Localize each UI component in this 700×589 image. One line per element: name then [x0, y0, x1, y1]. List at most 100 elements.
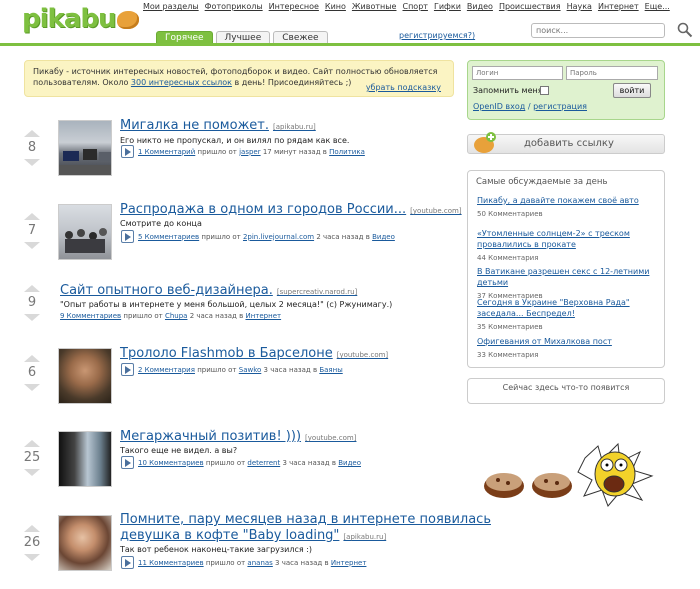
vote-widget: 25: [22, 440, 42, 476]
discussed-link[interactable]: Сегодня в Украине "Верховна Рада" заседа…: [477, 297, 657, 319]
vote-down-icon[interactable]: [24, 159, 40, 166]
vote-down-icon[interactable]: [24, 242, 40, 249]
vote-down-icon[interactable]: [24, 384, 40, 391]
nav-video[interactable]: Видео: [467, 2, 493, 11]
vote-up-icon[interactable]: [24, 130, 40, 137]
comments-link[interactable]: 2 Комментария: [138, 366, 195, 374]
nav-photo[interactable]: Фотоприколы: [205, 2, 263, 11]
search-input[interactable]: [531, 23, 665, 38]
discussed-item: Пикабу, а давайте покажем своё авто 50 К…: [477, 195, 657, 218]
post-thumbnail[interactable]: [58, 204, 112, 260]
vote-down-icon[interactable]: [24, 314, 40, 321]
login-input[interactable]: [472, 66, 563, 80]
section-link[interactable]: Баяны: [319, 366, 342, 374]
nav-science[interactable]: Наука: [567, 2, 592, 11]
nav-interesting[interactable]: Интересное: [269, 2, 319, 11]
post-title[interactable]: Мегаржачный позитив! ))) [youtube.com]: [120, 429, 356, 446]
comments-link[interactable]: 9 Комментариев: [60, 312, 121, 320]
vote-widget: 9: [22, 285, 42, 321]
post-source: [youtube.com]: [336, 351, 389, 359]
discussed-link[interactable]: В Ватикане разрешен секс с 12-летними де…: [477, 266, 657, 288]
comments-link[interactable]: 10 Комментариев: [138, 459, 204, 467]
nav-my-sections[interactable]: Мои разделы: [143, 2, 199, 11]
discussed-count: 50 Комментариев: [477, 210, 543, 218]
post-title[interactable]: Сайт опытного веб-дизайнера. [supercreati…: [60, 283, 357, 300]
login-button[interactable]: войти: [613, 83, 651, 98]
discussed-link[interactable]: Офигевания от Михалкова пост: [477, 336, 657, 347]
post-title[interactable]: Мигалка не поможет. [apikabu.ru]: [120, 118, 316, 135]
comments-link[interactable]: 11 Комментариев: [138, 559, 204, 567]
image-icon[interactable]: [121, 145, 134, 158]
vote-widget: 7: [22, 213, 42, 249]
vote-widget: 26: [22, 525, 42, 561]
vote-up-icon[interactable]: [24, 440, 40, 447]
remember-checkbox[interactable]: [540, 86, 549, 95]
section-link[interactable]: Интернет: [245, 312, 281, 320]
header-divider: [0, 43, 700, 46]
nav-incidents[interactable]: Происшествия: [499, 2, 561, 11]
author-link[interactable]: deterrent: [247, 459, 280, 467]
vote-up-icon[interactable]: [24, 213, 40, 220]
discussed-count: 33 Комментария: [477, 351, 539, 359]
section-link[interactable]: Политика: [329, 148, 365, 156]
nav-sport[interactable]: Спорт: [402, 2, 427, 11]
discussed-count: 44 Комментария: [477, 254, 539, 262]
comments-link[interactable]: 1 Комментарий: [138, 148, 195, 156]
nav-animals[interactable]: Животные: [352, 2, 397, 11]
post-score: 9: [27, 295, 37, 310]
section-link[interactable]: Интернет: [331, 559, 367, 567]
most-discussed-title: Самые обсуждаемые за день: [476, 177, 608, 187]
hide-hint-link[interactable]: убрать подсказку: [366, 82, 441, 93]
post-title[interactable]: Трололо Flashmob в Барселоне [youtube.com…: [120, 346, 388, 363]
post-description: Смотрите до конца: [120, 219, 202, 228]
post-meta: 2 Комментария пришло от Sawko 3 часа наз…: [121, 363, 343, 376]
post-score: 25: [23, 450, 41, 465]
comments-link[interactable]: 5 Комментариев: [138, 233, 199, 241]
section-link[interactable]: Видео: [372, 233, 395, 241]
vote-up-icon[interactable]: [24, 355, 40, 362]
author-link[interactable]: ananas: [247, 559, 272, 567]
intro-link[interactable]: 300 интересных ссылок: [131, 78, 232, 87]
author-link[interactable]: 2pin.livejournal.com: [243, 233, 314, 241]
nav-more[interactable]: Еще...: [645, 2, 670, 11]
discussed-item: В Ватикане разрешен секс с 12-летними де…: [477, 266, 657, 300]
registration-link[interactable]: регистрация: [533, 102, 587, 111]
post-thumbnail[interactable]: [58, 431, 112, 487]
post-thumbnail[interactable]: [58, 515, 112, 571]
vote-up-icon[interactable]: [24, 285, 40, 292]
vote-down-icon[interactable]: [24, 469, 40, 476]
video-icon[interactable]: [121, 456, 134, 469]
post-thumbnail[interactable]: [58, 120, 112, 176]
pikabu-logo[interactable]: pikabu: [22, 4, 140, 34]
post-meta: 5 Комментариев пришло от 2pin.livejourna…: [121, 230, 395, 243]
password-input[interactable]: [566, 66, 658, 80]
post-source: [supercreativ.narod.ru]: [276, 288, 358, 296]
post-title[interactable]: Помните, пару месяцев назад в интернете …: [120, 512, 491, 528]
vote-up-icon[interactable]: [24, 525, 40, 532]
image-icon[interactable]: [121, 556, 134, 569]
nav-cinema[interactable]: Кино: [325, 2, 346, 11]
vote-down-icon[interactable]: [24, 554, 40, 561]
author-link[interactable]: Chupa: [165, 312, 188, 320]
post-title[interactable]: Распродажа в одном из городов России...[…: [120, 202, 462, 219]
post-score: 26: [23, 535, 41, 550]
section-link[interactable]: Видео: [338, 459, 361, 467]
post-description: Так вот ребенок наконец-такие загрузился…: [120, 545, 313, 554]
placeholder-box: Сейчас здесь что-то появится: [467, 378, 665, 404]
post-title-line-2[interactable]: девушка в кофте "Baby loading" [apikabu.r…: [120, 528, 386, 545]
openid-link[interactable]: OpenID вход: [473, 102, 525, 111]
nav-internet[interactable]: Интернет: [598, 2, 639, 11]
register-link[interactable]: регистрируемся?): [399, 31, 475, 40]
discussed-link[interactable]: Пикабу, а давайте покажем своё авто: [477, 195, 657, 206]
author-link[interactable]: jasper: [239, 148, 261, 156]
openid-row: OpenID вход / регистрация: [473, 102, 587, 111]
search-icon[interactable]: [677, 22, 693, 38]
intro-hint: Пикабу - источник интересных новостей, ф…: [24, 60, 454, 97]
video-icon[interactable]: [121, 230, 134, 243]
video-icon[interactable]: [121, 363, 134, 376]
logo-mascot-icon: [117, 11, 140, 29]
nav-gifs[interactable]: Гифки: [434, 2, 461, 11]
post-thumbnail[interactable]: [58, 348, 112, 404]
discussed-link[interactable]: «Утомленные солнцем-2» с треском провали…: [477, 228, 657, 250]
author-link[interactable]: Sawko: [239, 366, 262, 374]
